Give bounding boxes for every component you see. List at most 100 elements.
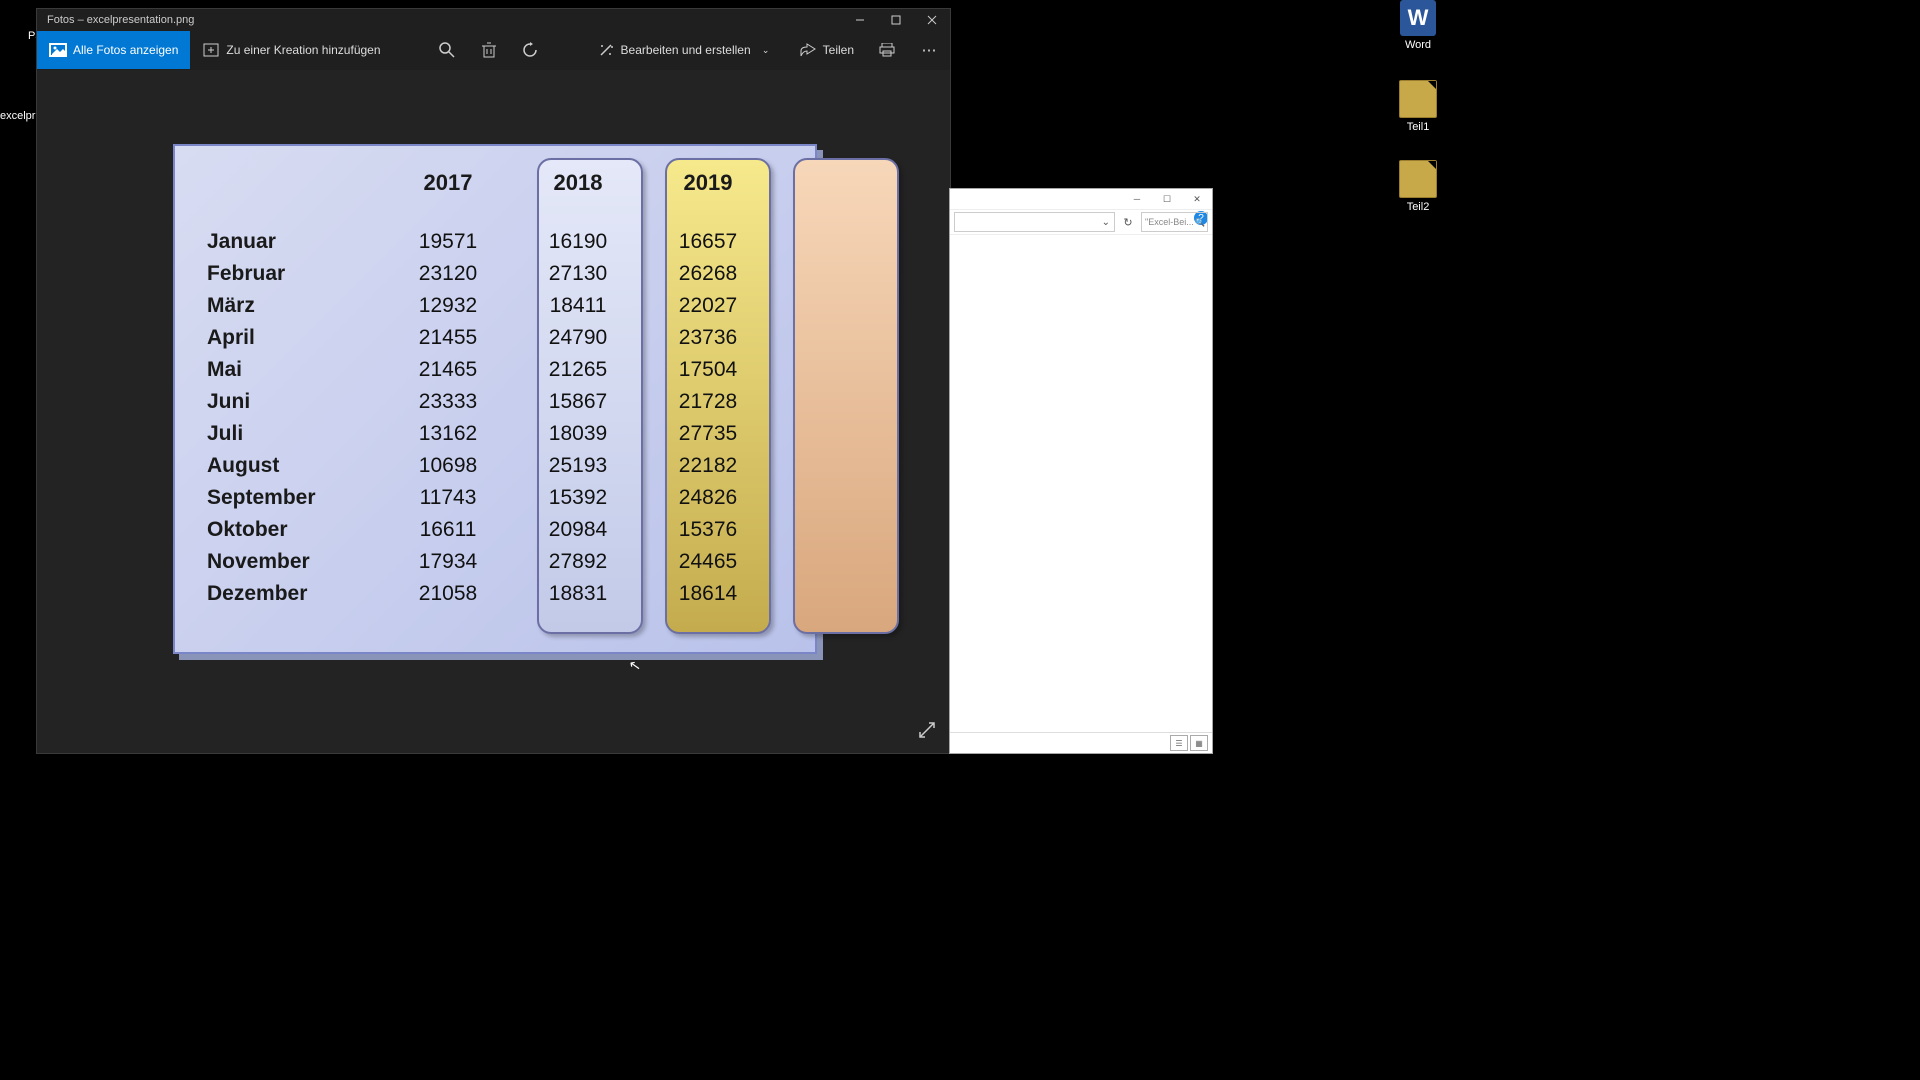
close-icon [927,15,937,25]
data-cell: 15392 [513,482,643,514]
data-cell: 27130 [513,258,643,290]
rotate-button[interactable] [510,31,552,69]
title-bar[interactable]: Fotos – excelpresentation.png [37,9,950,31]
share-button[interactable]: Teilen [787,31,866,69]
search-input[interactable]: "Excel-Bei... [1141,212,1208,232]
data-cell: 11743 [383,482,513,514]
print-icon [878,41,896,59]
month-label: Februar [193,258,383,290]
data-cell: 12932 [383,290,513,322]
desktop-icon-word[interactable]: W Word [1388,0,1448,51]
data-cell: 27892 [513,546,643,578]
edit-create-button[interactable]: Bearbeiten und erstellen ⌄ [585,31,787,69]
data-cell: 27735 [643,418,773,450]
month-label: Juni [193,386,383,418]
explorer-window: ─ ☐ ✕ ? ⌄ ↻ "Excel-Bei... ☰ ▦ [949,188,1213,754]
all-photos-label: Alle Fotos anzeigen [73,43,178,57]
print-button[interactable] [866,31,908,69]
data-cell: 15376 [643,514,773,546]
add-creation-icon [202,41,220,59]
close-button[interactable] [914,9,950,31]
photos-icon [49,41,67,59]
minimize-button[interactable]: ─ [1122,189,1152,209]
search-placeholder: "Excel-Bei... [1145,217,1194,227]
data-cell: 21465 [383,354,513,386]
explorer-status-bar: ☰ ▦ [950,732,1212,753]
desktop-icon-teil2[interactable]: Teil2 [1388,160,1448,213]
photos-window: Fotos – excelpresentation.png Alle Fotos… [36,8,951,754]
data-cell: 17504 [643,354,773,386]
data-cell: 21455 [383,322,513,354]
desktop-icon-teil1[interactable]: Teil1 [1388,80,1448,133]
data-cell: 24790 [513,322,643,354]
data-cell: 26268 [643,258,773,290]
word-icon: W [1400,0,1436,36]
month-label: August [193,450,383,482]
trash-icon [480,41,498,59]
column-pill-2019 [793,158,899,634]
maximize-icon [891,15,901,25]
add-creation-label: Zu einer Kreation hinzufügen [226,43,380,57]
explorer-title-bar[interactable]: ─ ☐ ✕ [950,189,1212,209]
toolbar: Alle Fotos anzeigen Zu einer Kreation hi… [37,31,950,70]
data-cell: 24826 [643,482,773,514]
desktop-icon-label: Word [1388,39,1448,51]
data-cell: 18614 [643,578,773,610]
data-cell: 16190 [513,226,643,258]
desktop-icon-label: Teil2 [1388,201,1448,213]
year-header: 2017 [383,162,513,226]
share-icon [799,41,817,59]
desktop-icon-label: Teil1 [1388,121,1448,133]
data-cell: 23333 [383,386,513,418]
month-label: November [193,546,383,578]
maximize-button[interactable]: ☐ [1152,189,1182,209]
expand-icon [918,721,936,739]
delete-button[interactable] [468,31,510,69]
month-label: Juli [193,418,383,450]
table-image: 201720182019Januar195711619016657Februar… [173,144,817,654]
fullscreen-button[interactable] [918,721,936,739]
data-cell: 19571 [383,226,513,258]
file-icon [1399,80,1437,118]
all-photos-button[interactable]: Alle Fotos anzeigen [37,31,190,69]
share-label: Teilen [823,43,854,57]
photo-canvas: 201720182019Januar195711619016657Februar… [37,70,950,753]
data-cell: 24465 [643,546,773,578]
zoom-button[interactable] [426,31,468,69]
explorer-body[interactable] [950,235,1212,732]
zoom-icon [438,41,456,59]
mouse-cursor: ↖ [628,656,643,675]
data-cell: 21728 [643,386,773,418]
path-dropdown[interactable]: ⌄ [954,212,1115,232]
refresh-button[interactable]: ↻ [1119,213,1137,231]
view-icons-button[interactable]: ▦ [1190,735,1208,751]
chevron-down-icon: ⌄ [757,41,775,59]
edit-create-label: Bearbeiten und erstellen [621,43,751,57]
data-cell: 16611 [383,514,513,546]
month-label: Dezember [193,578,383,610]
data-cell: 18411 [513,290,643,322]
month-label: April [193,322,383,354]
month-label: Mai [193,354,383,386]
minimize-icon [855,15,865,25]
maximize-button[interactable] [878,9,914,31]
data-cell: 15867 [513,386,643,418]
minimize-button[interactable] [842,9,878,31]
add-to-creation-button[interactable]: Zu einer Kreation hinzufügen [190,31,392,69]
close-button[interactable]: ✕ [1182,189,1212,209]
file-icon [1399,160,1437,198]
data-cell: 25193 [513,450,643,482]
year-header: 2019 [643,162,773,226]
explorer-address-bar: ⌄ ↻ "Excel-Bei... [950,209,1212,235]
rotate-icon [522,41,540,59]
data-cell: 16657 [643,226,773,258]
window-title: Fotos – excelpresentation.png [47,14,842,26]
data-cell: 21058 [383,578,513,610]
data-cell: 21265 [513,354,643,386]
more-button[interactable]: ⋯ [908,31,950,69]
year-header: 2018 [513,162,643,226]
data-cell: 23736 [643,322,773,354]
view-details-button[interactable]: ☰ [1170,735,1188,751]
data-cell: 18831 [513,578,643,610]
data-cell: 13162 [383,418,513,450]
